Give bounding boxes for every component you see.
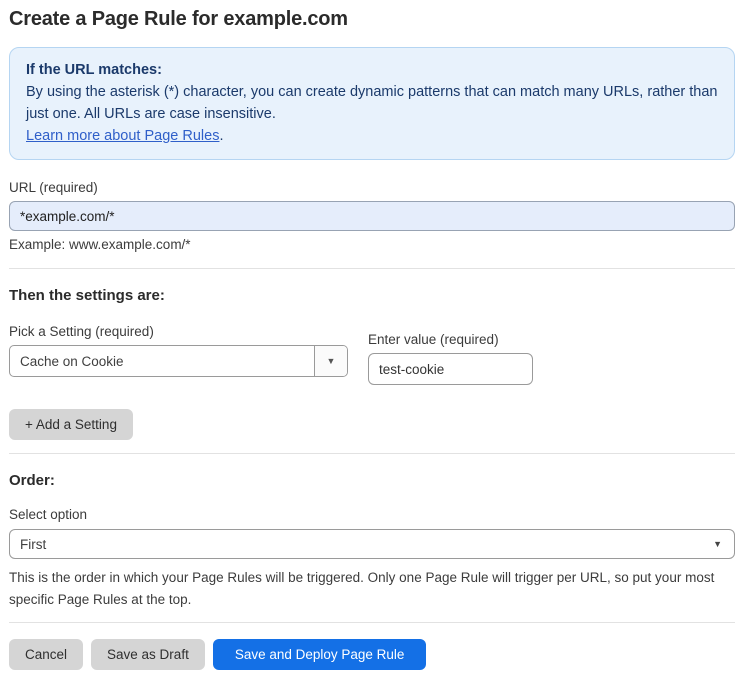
- order-select-value: First: [20, 536, 47, 552]
- setting-dropdown[interactable]: Cache on Cookie ▼: [9, 345, 348, 377]
- setting-dropdown-value: Cache on Cookie: [20, 353, 124, 369]
- setting-value-column: Enter value (required): [368, 332, 533, 385]
- divider: [9, 622, 735, 623]
- info-box-body: By using the asterisk (*) character, you…: [26, 84, 718, 122]
- setting-value-input[interactable]: [368, 353, 533, 385]
- link-suffix: .: [219, 128, 224, 144]
- add-setting-button[interactable]: + Add a Setting: [9, 409, 133, 440]
- info-box-link-line: Learn more about Page Rules.: [26, 125, 718, 147]
- learn-more-link[interactable]: Learn more about Page Rules: [26, 128, 219, 144]
- save-draft-button[interactable]: Save as Draft: [91, 639, 205, 670]
- settings-row: Pick a Setting (required) Cache on Cooki…: [9, 324, 735, 385]
- settings-section-heading: Then the settings are:: [9, 287, 165, 304]
- order-select[interactable]: First ▼: [9, 529, 735, 559]
- enter-value-label: Enter value (required): [368, 332, 499, 347]
- url-match-info-box: If the URL matches: By using the asteris…: [9, 47, 735, 160]
- chevron-down-icon: ▼: [713, 539, 722, 549]
- chevron-down-icon[interactable]: ▼: [314, 346, 347, 376]
- divider: [9, 268, 735, 269]
- pick-setting-label: Pick a Setting (required): [9, 324, 154, 339]
- setting-picker-column: Pick a Setting (required) Cache on Cooki…: [9, 324, 348, 385]
- save-deploy-button[interactable]: Save and Deploy Page Rule: [212, 639, 427, 670]
- create-page-rule-form: Create a Page Rule for example.com If th…: [0, 0, 750, 693]
- info-box-heading: If the URL matches:: [26, 62, 162, 78]
- url-example-hint: Example: www.example.com/*: [9, 237, 191, 252]
- divider: [9, 453, 735, 454]
- form-actions: Cancel Save as Draft Save and Deploy Pag…: [9, 639, 735, 670]
- url-label: URL (required): [9, 180, 98, 195]
- page-title: Create a Page Rule for example.com: [9, 8, 348, 30]
- url-input[interactable]: [9, 201, 735, 231]
- order-help-text: This is the order in which your Page Rul…: [9, 570, 715, 607]
- cancel-button[interactable]: Cancel: [9, 639, 84, 670]
- order-section-heading: Order:: [9, 472, 55, 489]
- order-select-label: Select option: [9, 507, 88, 522]
